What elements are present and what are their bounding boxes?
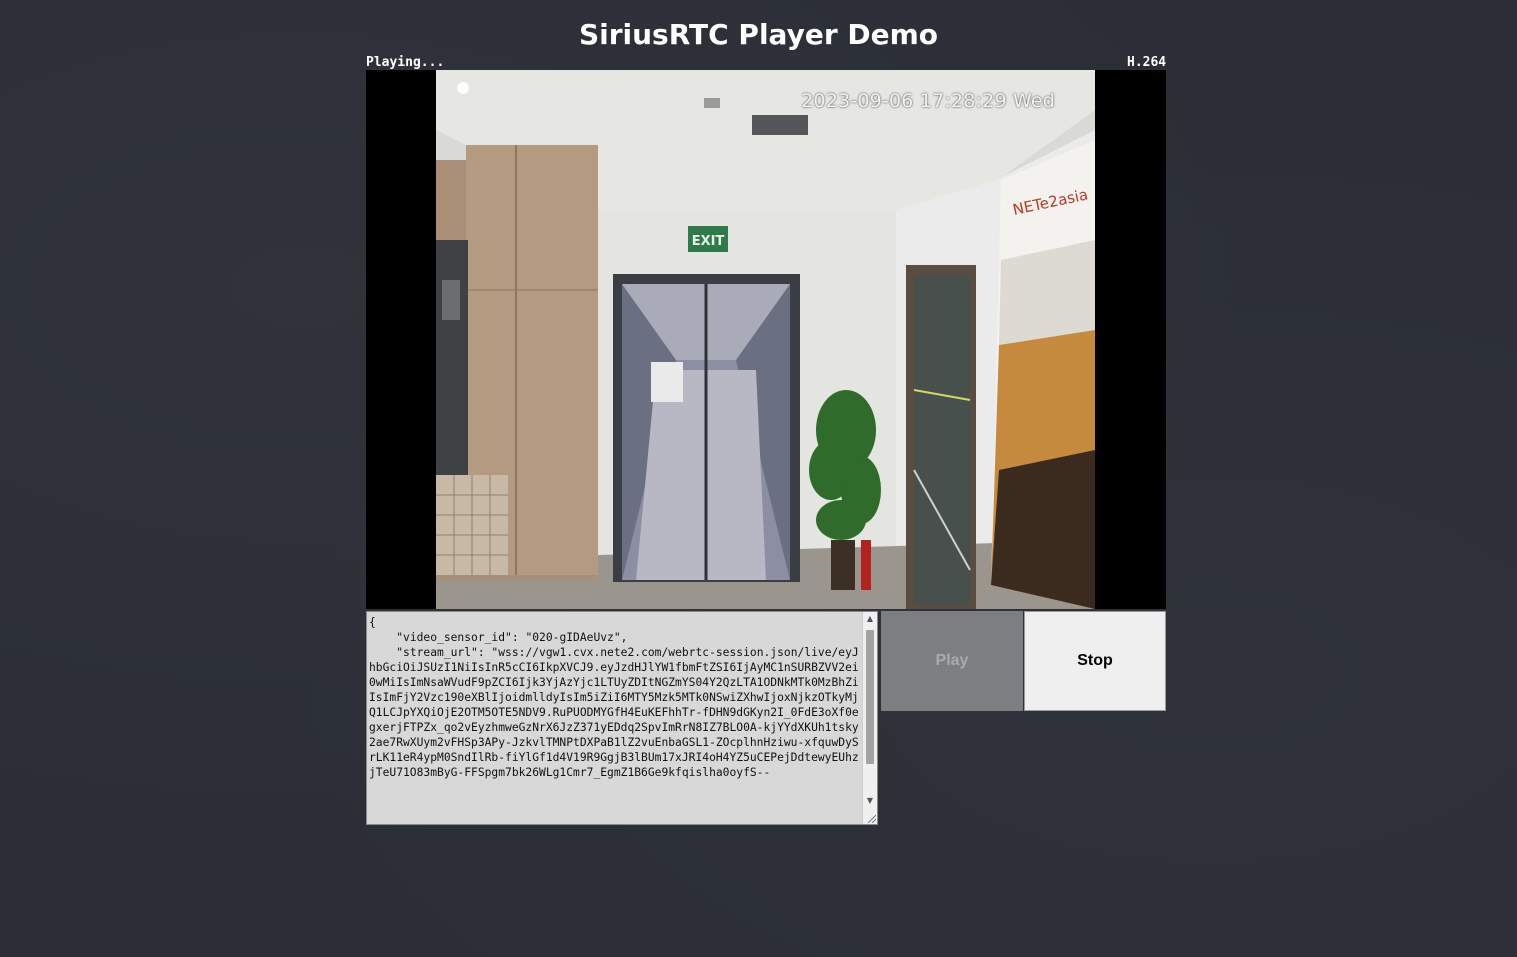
video-player[interactable]: EXIT NETe2asia 2023-09-06 17:28:29 Wed [366,70,1166,609]
codec-label: H.264 [1127,55,1167,70]
video-timestamp: 2023-09-06 17:28:29 Wed [801,90,1055,112]
camera-frame: EXIT NETe2asia [436,70,1095,609]
video-stream: EXIT NETe2asia 2023-09-06 17:28:29 Wed [436,70,1095,609]
stop-button[interactable]: Stop [1024,611,1166,711]
resize-grip-icon[interactable] [866,813,876,823]
scroll-up-icon[interactable]: ▲ [863,612,877,626]
page-title: SiriusRTC Player Demo [578,18,939,51]
scroll-down-icon[interactable]: ▼ [863,794,877,808]
scroll-thumb[interactable] [866,630,874,764]
stream-config-textarea[interactable]: { "video_sensor_id": "020-gIDAeUvz", "st… [366,611,878,825]
vertical-scrollbar[interactable]: ▲ ▼ [862,612,877,824]
play-button[interactable]: Play [881,611,1023,711]
exit-sign: EXIT [692,234,725,249]
playback-status: Playing... [366,55,445,70]
stream-config-text[interactable]: { "video_sensor_id": "020-gIDAeUvz", "st… [369,615,861,824]
